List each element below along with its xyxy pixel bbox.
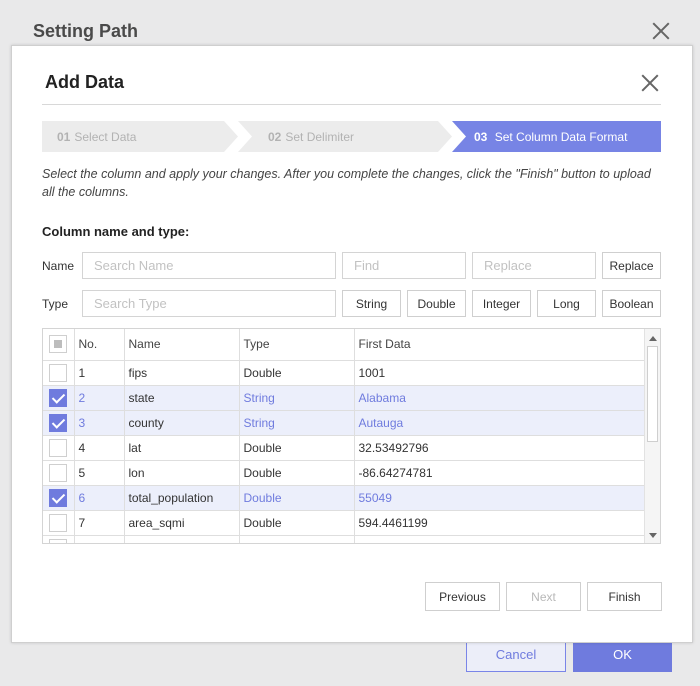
search-type-input[interactable] xyxy=(82,290,336,317)
table-row[interactable]: 6 total_population Double 55049 xyxy=(43,485,646,511)
type-integer-button[interactable]: Integer xyxy=(472,290,531,317)
previous-button[interactable]: Previous xyxy=(425,582,500,611)
row-no: 6 xyxy=(74,485,125,511)
table-row[interactable]: 3 county String Autauga xyxy=(43,410,646,436)
row-checkbox[interactable] xyxy=(49,513,67,532)
row-checkbox[interactable] xyxy=(49,388,67,407)
row-first-data: 55049 xyxy=(354,485,646,511)
row-checkbox[interactable] xyxy=(49,488,67,507)
header-type: Type xyxy=(239,329,355,361)
row-name: lat xyxy=(124,435,240,461)
type-label: Type xyxy=(42,297,69,311)
scroll-down-arrow-icon[interactable] xyxy=(645,528,660,542)
outer-dialog-title: Setting Path xyxy=(33,21,139,41)
scroll-thumb[interactable] xyxy=(647,346,658,442)
row-first-data: Autauga xyxy=(354,410,646,436)
step-set-column-data-format: 03 Set Column Data Format xyxy=(452,121,661,152)
row-no: 1 xyxy=(74,360,125,386)
row-type: Double xyxy=(239,360,355,386)
row-name: lon xyxy=(124,460,240,486)
table-row[interactable]: 7 area_sqmi Double 594.4461199 xyxy=(43,510,646,536)
replace-button[interactable]: Replace xyxy=(602,252,661,279)
table-row[interactable]: 5 lon Double -86.64274781 xyxy=(43,460,646,486)
row-checkbox[interactable] xyxy=(49,463,67,482)
table-row[interactable]: 1 fips Double 1001 xyxy=(43,360,646,386)
header-name: Name xyxy=(124,329,240,361)
row-type: Double xyxy=(239,535,355,543)
row-checkbox[interactable] xyxy=(49,363,67,382)
name-label: Name xyxy=(42,259,75,273)
select-all-checkbox[interactable] xyxy=(49,335,67,354)
scroll-up-arrow-icon[interactable] xyxy=(645,331,660,345)
row-name: fips xyxy=(124,360,240,386)
column-name-type-heading: Column name and type: xyxy=(42,224,190,239)
step-set-delimiter: 02 Set Delimiter xyxy=(238,121,452,152)
row-type: Double xyxy=(239,485,355,511)
row-first-data: 92.60553296 xyxy=(354,535,646,543)
search-name-input[interactable] xyxy=(82,252,336,279)
wizard-steps: 01 Select Data 02 Set Delimiter 03 Set Col… xyxy=(42,121,661,152)
dialog-close-icon[interactable] xyxy=(641,74,659,92)
row-no: 8 xyxy=(74,535,125,543)
row-first-data: 32.53492796 xyxy=(354,435,646,461)
row-checkbox[interactable] xyxy=(49,538,67,543)
instructions-text: Select the column and apply your changes… xyxy=(42,167,651,199)
row-type: Double xyxy=(239,435,355,461)
row-name: county xyxy=(124,410,240,436)
row-name: state xyxy=(124,385,240,411)
table-row[interactable]: 8population_densityDouble92.60553296 xyxy=(43,535,646,543)
row-name: area_sqmi xyxy=(124,510,240,536)
type-boolean-button[interactable]: Boolean xyxy=(602,290,661,317)
row-type: String xyxy=(239,385,355,411)
dialog-title: Add Data xyxy=(45,72,125,92)
row-no: 5 xyxy=(74,460,125,486)
type-double-button[interactable]: Double xyxy=(407,290,466,317)
outer-close-icon[interactable] xyxy=(652,22,670,40)
row-no: 3 xyxy=(74,410,125,436)
table-scrollbar[interactable] xyxy=(644,329,660,543)
finish-button[interactable]: Finish xyxy=(587,582,662,611)
next-button[interactable]: Next xyxy=(506,582,581,611)
find-input[interactable] xyxy=(342,252,466,279)
row-first-data: 1001 xyxy=(354,360,646,386)
row-no: 2 xyxy=(74,385,125,411)
row-no: 7 xyxy=(74,510,125,536)
add-data-dialog: Add Data 01 Select Data 02 Set Delimiter 0… xyxy=(11,45,693,643)
row-no: 4 xyxy=(74,435,125,461)
row-name: population_density xyxy=(124,535,240,543)
row-checkbox[interactable] xyxy=(49,413,67,432)
replace-input[interactable] xyxy=(472,252,596,279)
table-row[interactable]: 2 state String Alabama xyxy=(43,385,646,411)
row-type: Double xyxy=(239,510,355,536)
row-type: Double xyxy=(239,460,355,486)
row-first-data: Alabama xyxy=(354,385,646,411)
type-string-button[interactable]: String xyxy=(342,290,401,317)
columns-table: No. Name Type First Data 1 fips Double 1001… xyxy=(42,328,661,544)
row-name: total_population xyxy=(124,485,240,511)
header-first-data: First Data xyxy=(354,329,646,361)
row-first-data: 594.4461199 xyxy=(354,510,646,536)
row-checkbox[interactable] xyxy=(49,438,67,457)
title-divider xyxy=(42,104,661,105)
row-first-data: -86.64274781 xyxy=(354,460,646,486)
table-header-row: No. Name Type First Data xyxy=(43,329,646,361)
table-row[interactable]: 4 lat Double 32.53492796 xyxy=(43,435,646,461)
type-long-button[interactable]: Long xyxy=(537,290,596,317)
row-type: String xyxy=(239,410,355,436)
header-no: No. xyxy=(74,329,125,361)
step-select-data: 01 Select Data xyxy=(42,121,238,152)
